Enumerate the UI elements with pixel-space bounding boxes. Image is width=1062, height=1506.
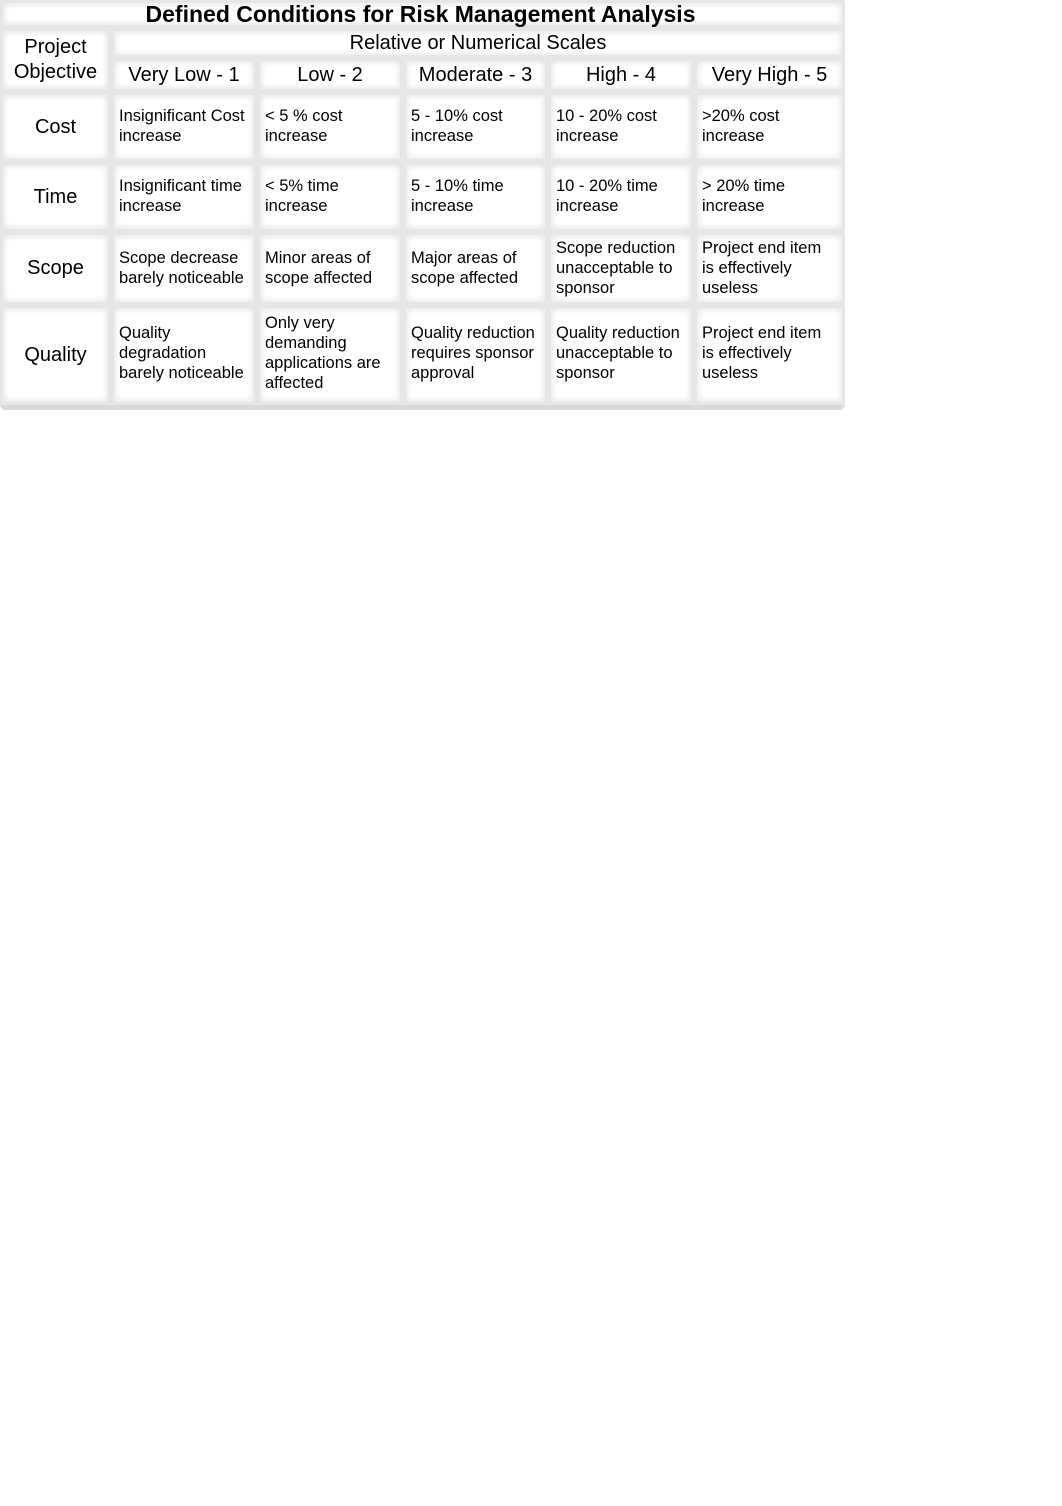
cell-line: Quality (119, 324, 171, 342)
cost-moderate-cell: 5 - 10% cost increase (403, 92, 548, 162)
quality-high-cell: Quality reduction unacceptable to sponsor (548, 305, 694, 405)
cell-line: is effectively (702, 344, 792, 362)
time-moderate-cell: 5 - 10% time increase (403, 162, 548, 232)
cell-line: barely noticeable (119, 269, 244, 287)
cell-line: < 5 % cost (265, 107, 343, 125)
cell-line: < 5% time (265, 177, 339, 195)
table-title: Defined Conditions for Risk Management A… (145, 0, 696, 27)
table-row-time: Time Insignificant time increase < 5% tim… (0, 162, 846, 232)
quality-very-low-cell: Quality degradation barely noticeable (111, 305, 257, 405)
table-row-cost: Cost Insignificant Cost increase < 5 % co… (0, 92, 846, 162)
cell-line: is effectively (702, 259, 792, 277)
time-high-cell: 10 - 20% time increase (548, 162, 694, 232)
cell-line: affected (265, 374, 324, 392)
cell-line: Minor areas of (265, 249, 371, 267)
cell-line: > 20% time (702, 177, 785, 195)
time-low-cell: < 5% time increase (257, 162, 403, 232)
level-header-low: Low - 2 (257, 58, 403, 92)
project-objective-header: Project Objective (0, 28, 111, 92)
time-very-high-cell: > 20% time increase (694, 162, 846, 232)
cell-line: increase (556, 197, 619, 215)
cell-line: increase (119, 197, 182, 215)
cell-line: increase (265, 127, 328, 145)
cell-line: Quality reduction (411, 324, 535, 342)
cell-line: 10 - 20% time (556, 177, 658, 195)
cell-line: useless (702, 279, 758, 297)
cost-low-cell: < 5 % cost increase (257, 92, 403, 162)
cell-line: degradation (119, 344, 207, 362)
cell-line: Scope reduction (556, 239, 676, 257)
level-header-moderate: Moderate - 3 (403, 58, 548, 92)
cell-line: increase (556, 127, 619, 145)
cost-very-low-cell: Insignificant Cost increase (111, 92, 257, 162)
cost-high-cell: 10 - 20% cost increase (548, 92, 694, 162)
cell-line: Quality reduction (556, 324, 680, 342)
cell-line: Insignificant time (119, 177, 242, 195)
cell-line: Major areas of (411, 249, 517, 267)
scope-very-low-cell: Scope decrease barely noticeable (111, 232, 257, 305)
scope-high-cell: Scope reduction unacceptable to sponsor (548, 232, 694, 305)
cell-line: 5 - 10% time (411, 177, 504, 195)
cell-line: Scope decrease (119, 249, 239, 267)
cell-line: Insignificant Cost (119, 107, 245, 125)
table-row-quality: Quality Quality degradation barely noticea… (0, 305, 846, 405)
cell-line: increase (265, 197, 328, 215)
objective-time: Time (0, 162, 111, 232)
cell-line: unacceptable to (556, 259, 673, 277)
cell-line: increase (411, 197, 474, 215)
cell-line: sponsor (556, 364, 615, 382)
objective-scope: Scope (0, 232, 111, 305)
cell-line: requires sponsor (411, 344, 534, 362)
cell-line: scope affected (411, 269, 519, 287)
cell-line: Project end item (702, 239, 822, 257)
cell-line: increase (119, 127, 182, 145)
cell-line: 10 - 20% cost (556, 107, 657, 125)
table-title-cell: Defined Conditions for Risk Management A… (0, 0, 846, 28)
cell-line: sponsor (556, 279, 615, 297)
level-header-very-low: Very Low - 1 (111, 58, 257, 92)
risk-conditions-table: Defined Conditions for Risk Management A… (0, 0, 846, 405)
cell-line: Project end item (702, 324, 822, 342)
cell-line: increase (702, 127, 765, 145)
cell-line: scope affected (265, 269, 373, 287)
scales-header: Relative or Numerical Scales (111, 28, 846, 58)
quality-low-cell: Only very demanding applications are affect… (257, 305, 403, 405)
cell-line: increase (702, 197, 765, 215)
project-objective-header-line2: Objective (13, 61, 98, 83)
level-header-high: High - 4 (548, 58, 694, 92)
scope-very-high-cell: Project end item is effectively useless (694, 232, 846, 305)
cell-line: applications are (265, 354, 381, 372)
project-objective-header-line1: Project (24, 36, 87, 58)
quality-very-high-cell: Project end item is effectively useless (694, 305, 846, 405)
level-header-very-high: Very High - 5 (694, 58, 846, 92)
cell-line: approval (411, 364, 475, 382)
cell-line: Only very (265, 314, 335, 332)
cell-line: >20% cost (702, 107, 780, 125)
quality-moderate-cell: Quality reduction requires sponsor approva… (403, 305, 548, 405)
cell-line: unacceptable to (556, 344, 673, 362)
scope-moderate-cell: Major areas of scope affected (403, 232, 548, 305)
objective-quality: Quality (0, 305, 111, 405)
cell-line: barely noticeable (119, 364, 244, 382)
objective-cost: Cost (0, 92, 111, 162)
cell-line: 5 - 10% cost (411, 107, 503, 125)
table-row-scope: Scope Scope decrease barely noticeable Mi… (0, 232, 846, 305)
scope-low-cell: Minor areas of scope affected (257, 232, 403, 305)
cost-very-high-cell: >20% cost increase (694, 92, 846, 162)
cell-line: demanding (265, 334, 347, 352)
cell-line: increase (411, 127, 474, 145)
time-very-low-cell: Insignificant time increase (111, 162, 257, 232)
cell-line: useless (702, 364, 758, 382)
